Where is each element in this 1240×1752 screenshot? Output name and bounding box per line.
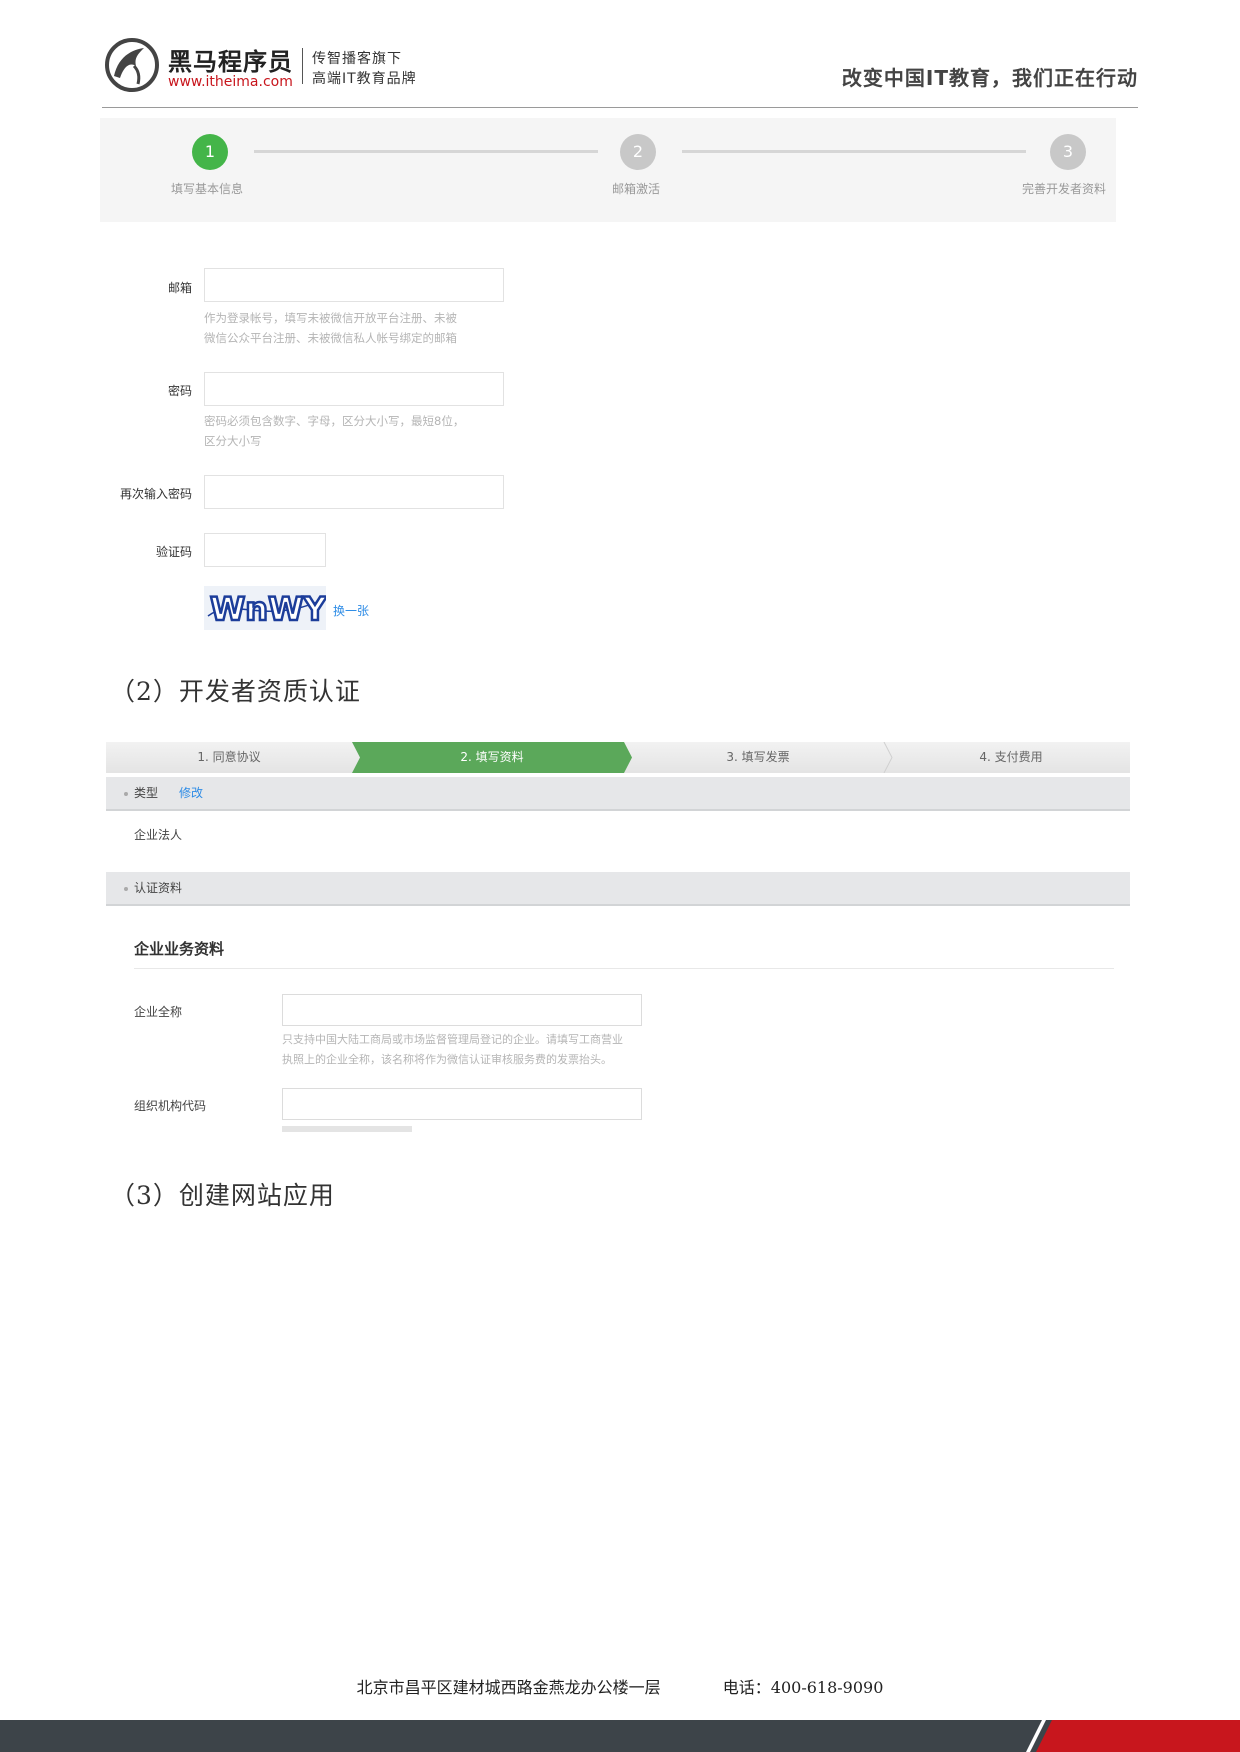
register-progress-steps: 1 2 3 填写基本信息 邮箱激活 完善开发者资料 [100, 118, 1116, 222]
confirm-password-field[interactable] [204, 475, 504, 509]
cropped-hint [282, 1126, 412, 1132]
email-label: 邮箱 [167, 281, 192, 295]
page-header: 黑马程序员 www.itheima.com 传智播客旗下 高端IT教育品牌 改变… [102, 36, 1138, 108]
step-1-circle: 1 [192, 134, 228, 170]
org-code-field[interactable] [282, 1088, 642, 1120]
footer-contact: 北京市昌平区建材城西路金燕龙办公楼一层 电话：400-618-9090 [0, 1674, 1240, 1698]
logo-url: www.itheima.com [168, 74, 293, 90]
business-info-heading: 企业业务资料 [134, 940, 225, 958]
tab-agree[interactable]: 1. 同意协议 [106, 742, 352, 773]
email-hint: 作为登录帐号，填写未被微信开放平台注册、未被 微信公众平台注册、未被微信私人帐号… [204, 308, 457, 348]
step-connector [682, 150, 1026, 153]
step-2-circle: 2 [620, 134, 656, 170]
hint-line: 微信公众平台注册、未被微信私人帐号绑定的邮箱 [204, 331, 457, 345]
info-label: 认证资料 [134, 881, 183, 895]
horse-logo-icon [105, 38, 159, 92]
step-2-label: 邮箱激活 [612, 182, 661, 196]
section-heading: （3）创建网站应用 [110, 1181, 335, 1210]
step-connector [254, 150, 598, 153]
verification-tabbar: 1. 同意协议 2. 填写资料 3. 填写发票 4. 支付费用 [106, 742, 1130, 773]
confirm-password-label: 再次输入密码 [119, 487, 192, 501]
divider [134, 968, 1114, 969]
hint-line: 作为登录帐号，填写未被微信开放平台注册、未被 [204, 311, 457, 325]
captcha-field[interactable] [204, 533, 326, 567]
step-3-circle: 3 [1050, 134, 1086, 170]
refresh-captcha-link[interactable]: 换一张 [333, 602, 369, 619]
bullet-icon [124, 792, 128, 796]
step-1-label: 填写基本信息 [171, 182, 244, 196]
org-code-label: 组织机构代码 [134, 1099, 207, 1113]
tab-invoice[interactable]: 3. 填写发票 [632, 742, 884, 773]
type-value: 企业法人 [134, 828, 183, 842]
company-name-label: 企业全称 [134, 1005, 183, 1019]
verification-screenshot: 1. 同意协议 2. 填写资料 3. 填写发票 4. 支付费用 类型 修改 企业… [106, 742, 1130, 1132]
type-label: 类型 [134, 786, 159, 800]
step-3-label: 完善开发者资料 [1022, 182, 1107, 196]
logo-tagline: 高端IT教育品牌 [312, 71, 417, 87]
email-field[interactable] [204, 268, 504, 302]
footer-color-bar [0, 1720, 1240, 1752]
tab-fill-info[interactable]: 2. 填写资料 [360, 742, 624, 773]
captcha-label: 验证码 [155, 545, 192, 559]
company-name-hint: 只支持中国大陆工商局或市场监督管理局登记的企业。请填写工商营业 执照上的企业全称… [282, 1030, 623, 1070]
captcha-graphic: WnWY [207, 589, 329, 629]
hint-line: 区分大小写 [204, 434, 262, 448]
info-section-bar: 认证资料 [106, 872, 1130, 906]
bullet-icon [124, 887, 128, 891]
tab-payment[interactable]: 4. 支付费用 [892, 742, 1130, 773]
type-section-bar: 类型 修改 [106, 777, 1130, 811]
footer-address: 北京市昌平区建材城西路金燕龙办公楼一层 [356, 1678, 661, 1697]
hint-line: 密码必须包含数字、字母，区分大小写，最短8位， [204, 414, 465, 428]
password-hint: 密码必须包含数字、字母，区分大小写，最短8位， 区分大小写 [204, 411, 464, 451]
captcha-image: WnWY [204, 586, 329, 630]
logo-name: 黑马程序员 [168, 48, 293, 76]
header-slogan: 改变中国IT教育，我们正在行动 [841, 66, 1138, 90]
logo-tagline: 传智播客旗下 [312, 51, 402, 67]
company-name-field[interactable] [282, 994, 642, 1026]
hint-line: 只支持中国大陆工商局或市场监督管理局登记的企业。请填写工商营业 [282, 1033, 623, 1046]
password-field[interactable] [204, 372, 504, 406]
logo-divider [302, 48, 303, 84]
edit-type-link[interactable]: 修改 [179, 777, 203, 809]
section-heading: （2）开发者资质认证 [110, 677, 361, 706]
hint-line: 执照上的企业全称，该名称将作为微信认证审核服务费的发票抬头。 [282, 1053, 612, 1066]
footer-phone: 电话：400-618-9090 [722, 1678, 884, 1697]
captcha-text: WnWY [210, 590, 326, 628]
password-label: 密码 [167, 384, 192, 398]
